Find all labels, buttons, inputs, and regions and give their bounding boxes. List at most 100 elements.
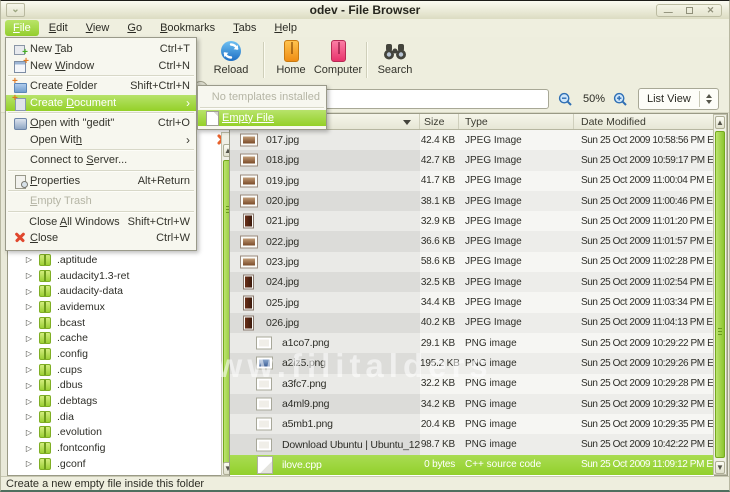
cell-name[interactable]: 020.jpg [230, 191, 420, 211]
cell-name[interactable]: a1co7.png [230, 333, 420, 353]
sidebar-item[interactable]: ▷ .debtags [10, 393, 220, 409]
menu-item-close[interactable]: Close Ctrl+W [6, 230, 196, 247]
scroll-up-icon[interactable]: ▲ [715, 116, 725, 129]
cell-name[interactable]: 022.jpg [230, 231, 420, 251]
reload-button[interactable]: Reload [204, 39, 258, 83]
menu-item-new-window[interactable]: New Window Ctrl+N [6, 58, 196, 75]
menu-item-close-all-windows[interactable]: Close All Windows Shift+Ctrl+W [6, 214, 196, 231]
sidebar-item[interactable]: ▷ .cache [10, 330, 220, 346]
sidebar-item[interactable]: ▷ .avidemux [10, 299, 220, 315]
column-header-type[interactable]: Type [459, 114, 574, 129]
sidebar-item[interactable]: ▷ .cups [10, 362, 220, 378]
expander-icon[interactable]: ▷ [22, 334, 36, 343]
close-icon[interactable]: ✕ [707, 6, 715, 15]
expander-icon[interactable]: ▷ [22, 255, 36, 264]
cell-name[interactable]: 019.jpg [230, 171, 420, 191]
sidebar-item[interactable]: ▷ .audacity1.3-ret [10, 268, 220, 284]
sidebar-item[interactable]: ▷ .config [10, 346, 220, 362]
cell-name[interactable]: 024.jpg [230, 272, 420, 292]
table-row[interactable]: 026.jpg 40.2 KB JPEG Image Sun 25 Oct 20… [230, 313, 714, 333]
table-row[interactable]: a2iz5.png 195.2 KB PNG image Sun 25 Oct … [230, 353, 714, 373]
menu-go[interactable]: Go [119, 20, 150, 36]
minimize-icon[interactable]: — [664, 8, 673, 17]
cell-name[interactable]: Download Ubuntu | Ubuntu_12565... [230, 434, 420, 454]
table-row[interactable]: 020.jpg 38.1 KB JPEG Image Sun 25 Oct 20… [230, 191, 714, 211]
expander-icon[interactable]: ▷ [22, 381, 36, 390]
menu-item-open-with[interactable]: Open With › [6, 132, 196, 149]
cell-name[interactable]: a2iz5.png [230, 353, 420, 373]
menu-item-create-folder[interactable]: Create Folder Shift+Ctrl+N [6, 78, 196, 95]
file-list-scrollbar[interactable]: ▲ ▼ [713, 114, 727, 475]
table-row[interactable]: 021.jpg 32.9 KB JPEG Image Sun 25 Oct 20… [230, 211, 714, 231]
column-header-date[interactable]: Date Modified [574, 114, 713, 129]
cell-name[interactable]: a4ml9.png [230, 394, 420, 414]
zoom-out-button[interactable] [557, 91, 574, 108]
menu-item-new-tab[interactable]: New Tab Ctrl+T [6, 41, 196, 58]
table-row[interactable]: 017.jpg 42.4 KB JPEG Image Sun 25 Oct 20… [230, 130, 714, 150]
table-row[interactable]: a5mb1.png 20.4 KB PNG image Sun 25 Oct 2… [230, 414, 714, 434]
expander-icon[interactable]: ▷ [22, 287, 36, 296]
cell-name[interactable]: 026.jpg [230, 313, 420, 333]
table-row[interactable]: a1co7.png 29.1 KB PNG image Sun 25 Oct 2… [230, 333, 714, 353]
menu-edit[interactable]: Edit [41, 20, 76, 36]
location-input[interactable] [311, 89, 549, 109]
menu-item-open-with-gedit[interactable]: Open with "gedit" Ctrl+O [6, 115, 196, 132]
table-row[interactable]: Download Ubuntu | Ubuntu_12565... 98.7 K… [230, 434, 714, 454]
file-list-scrollbar-thumb[interactable] [715, 131, 725, 458]
expander-icon[interactable]: ▷ [22, 349, 36, 358]
expander-icon[interactable]: ▷ [22, 318, 36, 327]
cell-name[interactable]: 018.jpg [230, 150, 420, 170]
cell-name[interactable]: a5mb1.png [230, 414, 420, 434]
menu-file[interactable]: File [5, 20, 39, 36]
expander-icon[interactable]: ▷ [22, 365, 36, 374]
expander-icon[interactable]: ▷ [22, 397, 36, 406]
chevron-up-down-icon[interactable] [700, 94, 718, 104]
menu-item-connect-to-server[interactable]: Connect to Server... [6, 152, 196, 169]
expander-icon[interactable]: ▷ [22, 271, 36, 280]
sidebar-item[interactable]: ▷ .gconf [10, 456, 220, 472]
menu-tabs[interactable]: Tabs [225, 20, 264, 36]
window-menu-button[interactable]: ⌄ [6, 3, 25, 17]
sidebar-item[interactable]: ▷ .fontconfig [10, 440, 220, 456]
expander-icon[interactable]: ▷ [22, 302, 36, 311]
menu-help[interactable]: Help [266, 20, 305, 36]
cell-name[interactable]: 017.jpg [230, 130, 420, 150]
menu-item-properties[interactable]: Properties Alt+Return [6, 173, 196, 190]
maximize-icon[interactable] [686, 7, 693, 14]
sidebar-item[interactable]: ▷ .bcast [10, 315, 220, 331]
table-row[interactable]: 018.jpg 42.7 KB JPEG Image Sun 25 Oct 20… [230, 150, 714, 170]
table-row[interactable]: ilove.cpp 0 bytes C++ source code Sun 25… [230, 455, 714, 475]
sidebar-item[interactable]: ▷ .aptitude [10, 252, 220, 268]
menu-bookmarks[interactable]: Bookmarks [152, 20, 223, 36]
cell-name[interactable]: 023.jpg [230, 252, 420, 272]
table-row[interactable]: a4ml9.png 34.2 KB PNG image Sun 25 Oct 2… [230, 394, 714, 414]
cell-name[interactable]: 021.jpg [230, 211, 420, 231]
search-button[interactable]: Search [368, 39, 422, 83]
table-row[interactable]: 019.jpg 41.7 KB JPEG Image Sun 25 Oct 20… [230, 171, 714, 191]
cell-name[interactable]: a3fc7.png [230, 374, 420, 394]
cell-name[interactable]: ilove.cpp [230, 455, 420, 475]
view-mode-select[interactable]: List View [638, 88, 719, 110]
scroll-down-icon[interactable]: ▼ [715, 461, 725, 474]
expander-icon[interactable]: ▷ [22, 459, 36, 468]
menu-item-empty-file[interactable]: Empty File [198, 110, 326, 127]
table-row[interactable]: 024.jpg 32.5 KB JPEG Image Sun 25 Oct 20… [230, 272, 714, 292]
zoom-in-button[interactable] [612, 91, 629, 108]
menu-item-create-document[interactable]: Create Document › [6, 95, 196, 112]
table-row[interactable]: 023.jpg 58.6 KB JPEG Image Sun 25 Oct 20… [230, 252, 714, 272]
computer-button[interactable]: Computer [311, 39, 365, 83]
sidebar-item[interactable]: ▷ .audacity-data [10, 283, 220, 299]
expander-icon[interactable]: ▷ [22, 412, 36, 421]
cell-name[interactable]: 025.jpg [230, 292, 420, 312]
table-row[interactable]: 022.jpg 36.6 KB JPEG Image Sun 25 Oct 20… [230, 231, 714, 251]
home-button[interactable]: Home [264, 39, 318, 83]
table-row[interactable]: 025.jpg 34.4 KB JPEG Image Sun 25 Oct 20… [230, 292, 714, 312]
column-header-size[interactable]: Size [420, 114, 459, 129]
menu-item-empty-trash[interactable]: Empty Trash [6, 193, 196, 210]
menu-view[interactable]: View [78, 20, 118, 36]
sidebar-item[interactable]: ▷ .dia [10, 409, 220, 425]
sidebar-item[interactable]: ▷ .dbus [10, 378, 220, 394]
expander-icon[interactable]: ▷ [22, 444, 36, 453]
sidebar-item[interactable]: ▷ .evolution [10, 425, 220, 441]
expander-icon[interactable]: ▷ [22, 428, 36, 437]
